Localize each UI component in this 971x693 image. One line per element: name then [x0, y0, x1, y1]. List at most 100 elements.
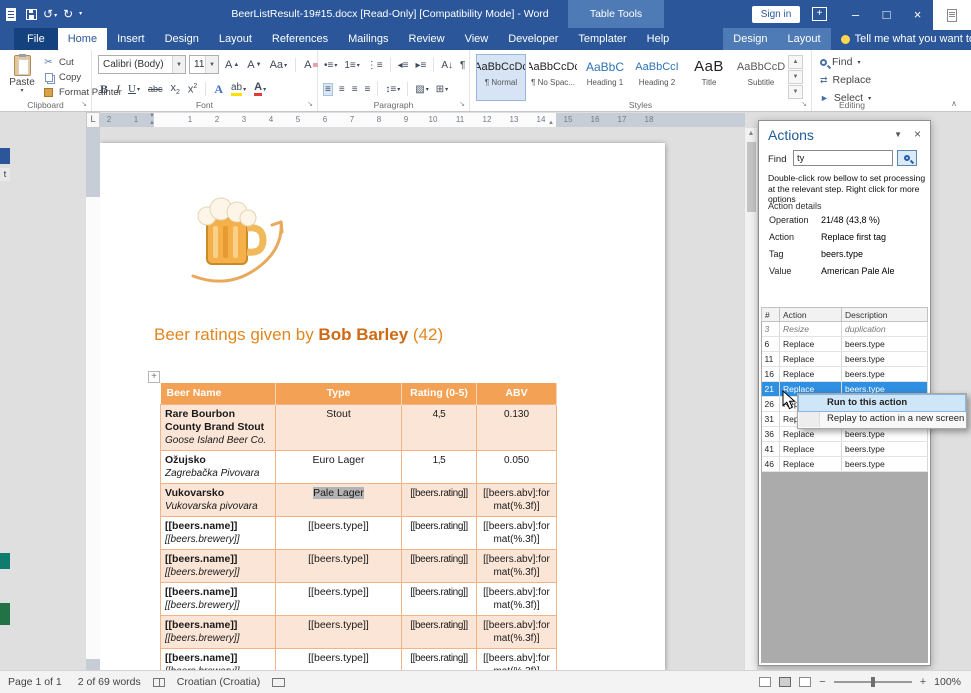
beer-table-row[interactable]: Rare Bourbon County Brand Stout Goose Is…	[161, 404, 557, 450]
beer-name-cell[interactable]: Vukovarsko Vukovarska pivovara	[161, 483, 276, 516]
action-number[interactable]: 21	[762, 382, 780, 397]
beer-mug-image[interactable]	[185, 188, 300, 296]
beer-type-cell[interactable]: [[beers.type]]	[276, 615, 402, 648]
paste-button[interactable]: Paste ▾	[5, 54, 39, 106]
ribbon-tab[interactable]: Layout	[778, 28, 831, 50]
sort-button[interactable]: A↓	[441, 60, 453, 71]
action-description[interactable]: beers.type	[842, 352, 928, 367]
table-move-handle[interactable]: +	[148, 371, 160, 383]
scrollbar-thumb[interactable]	[747, 142, 756, 212]
clear-formatting-button[interactable]: A	[304, 59, 318, 71]
ribbon-tab[interactable]: Design	[155, 28, 209, 50]
action-row[interactable]: 11 Replace beers.type	[762, 352, 928, 367]
beer-abv-cell[interactable]: [[beers.abv]:format(%.3f)]	[477, 648, 557, 670]
column-header[interactable]: Action	[780, 308, 842, 322]
right-indent-marker[interactable]: ▲	[548, 120, 554, 126]
beer-abv-cell[interactable]: [[beers.abv]:format(%.3f)]	[477, 615, 557, 648]
bullets-button[interactable]: •≡▾	[324, 60, 337, 71]
action-number[interactable]: 36	[762, 427, 780, 442]
beer-table-row[interactable]: [[beers.name]] [[beers.brewery]] [[beers…	[161, 648, 557, 670]
beer-table-row[interactable]: [[beers.name]] [[beers.brewery]] [[beers…	[161, 516, 557, 549]
ribbon-display-options-button[interactable]: +	[812, 7, 827, 21]
action-row[interactable]: 46 Replace beers.type	[762, 457, 928, 472]
action-number[interactable]: 16	[762, 367, 780, 382]
text-effects-button[interactable]: A	[214, 82, 223, 97]
action-row[interactable]: 6 Replace beers.type	[762, 337, 928, 352]
sign-in-button[interactable]: Sign in	[752, 6, 800, 23]
beer-abv-cell[interactable]: [[beers.abv]:format(%.3f)]	[477, 582, 557, 615]
beer-rating-cell[interactable]: [[beers.rating]]	[402, 483, 477, 516]
beer-table-row[interactable]: Ožujsko Zagrebačka Pivovara Euro Lager 1…	[161, 450, 557, 483]
style-card[interactable]: AaBbCcI Heading 2	[632, 54, 682, 101]
action-description[interactable]: beers.type	[842, 337, 928, 352]
beer-type-cell[interactable]: Euro Lager	[276, 450, 402, 483]
font-family-select[interactable]: Calibri (Body) ▼	[98, 55, 186, 74]
highlight-color-button[interactable]: ab▾	[231, 82, 246, 96]
underline-button[interactable]: U▾	[128, 83, 140, 95]
style-card[interactable]: AaB Title	[684, 54, 734, 101]
zoom-level[interactable]: 100%	[934, 676, 961, 688]
scroll-up-arrow[interactable]: ▲	[745, 128, 757, 140]
action-name[interactable]: Replace	[780, 457, 842, 472]
tell-me-box[interactable]: Tell me what you want to do	[841, 28, 971, 50]
dock-item-t[interactable]: t	[0, 168, 10, 181]
action-row[interactable]: 16 Replace beers.type	[762, 367, 928, 382]
ribbon-tab[interactable]: Layout	[209, 28, 262, 50]
pane-dropdown-caret[interactable]: ▼	[894, 130, 902, 139]
beer-table-row[interactable]: Vukovarsko Vukovarska pivovara Pale Lage…	[161, 483, 557, 516]
qat-customize-button[interactable]: ▾	[79, 10, 82, 18]
clipboard-dialog-launcher[interactable]: ↘	[79, 100, 89, 110]
action-number[interactable]: 31	[762, 412, 780, 427]
column-header[interactable]: Beer Name	[161, 383, 276, 404]
zoom-in-button[interactable]: +	[920, 676, 926, 688]
redo-button[interactable]: ↻	[63, 8, 73, 20]
action-name[interactable]: Replace	[780, 367, 842, 382]
close-button[interactable]: ×	[902, 0, 933, 28]
increase-indent-button[interactable]: ▸≡	[415, 60, 426, 71]
action-description[interactable]: beers.type	[842, 442, 928, 457]
italic-button[interactable]: I	[116, 82, 120, 97]
zoom-out-button[interactable]: −	[819, 676, 825, 688]
column-header[interactable]: Description	[842, 308, 928, 322]
replace-button[interactable]: ⇄ Replace	[820, 74, 871, 86]
beer-name-cell[interactable]: [[beers.name]] [[beers.brewery]]	[161, 582, 276, 615]
shrink-font-button[interactable]: A▼	[247, 59, 261, 71]
column-header[interactable]: Type	[276, 383, 402, 404]
ribbon-tab[interactable]: Insert	[107, 28, 155, 50]
collapse-ribbon-button[interactable]: ∧	[951, 99, 957, 108]
ribbon-tab[interactable]: Design	[723, 28, 777, 50]
beer-name-cell[interactable]: [[beers.name]] [[beers.brewery]]	[161, 648, 276, 670]
beer-name-cell[interactable]: [[beers.name]] [[beers.brewery]]	[161, 615, 276, 648]
word-count[interactable]: 2 of 69 words	[70, 676, 149, 688]
tab-stop-selector[interactable]: L	[86, 112, 100, 128]
action-number[interactable]: 3	[762, 322, 780, 337]
undo-button[interactable]: ↺▾	[43, 8, 57, 20]
strikethrough-button[interactable]: abc	[148, 84, 163, 94]
styles-scroll-down-button[interactable]: ▼	[788, 70, 803, 84]
action-number[interactable]: 46	[762, 457, 780, 472]
action-row[interactable]: 3 Resize duplication	[762, 322, 928, 337]
styles-scroll-up-button[interactable]: ▲	[788, 55, 803, 69]
ribbon-tab[interactable]: References	[262, 28, 338, 50]
document-scrollbar[interactable]: ▲	[744, 128, 757, 670]
first-line-indent-marker[interactable]: ▼	[149, 113, 155, 119]
column-header[interactable]: ABV	[477, 383, 557, 404]
action-name[interactable]: Replace	[780, 337, 842, 352]
print-layout-button[interactable]	[779, 677, 791, 687]
beer-type-cell[interactable]: Pale Lager	[276, 483, 402, 516]
paragraph-dialog-launcher[interactable]: ↘	[457, 100, 467, 110]
beer-name-cell[interactable]: [[beers.name]] [[beers.brewery]]	[161, 516, 276, 549]
save-button[interactable]	[26, 9, 37, 20]
align-left-button[interactable]: ≡	[324, 84, 332, 95]
pane-find-input[interactable]	[793, 150, 893, 166]
beer-rating-cell[interactable]: 4,5	[402, 404, 477, 450]
maximize-button[interactable]: □	[871, 0, 902, 28]
borders-button[interactable]: ⊞▾	[436, 84, 448, 95]
zoom-slider[interactable]	[834, 681, 912, 683]
font-size-select[interactable]: 11 ▼	[189, 55, 219, 74]
font-dialog-launcher[interactable]: ↘	[305, 100, 315, 110]
dock-item-blue[interactable]	[0, 148, 10, 164]
beer-abv-cell[interactable]: [[beers.abv]:format(%.3f)]	[477, 549, 557, 582]
action-name[interactable]: Resize	[780, 322, 842, 337]
ribbon-tab[interactable]: Review	[399, 28, 455, 50]
